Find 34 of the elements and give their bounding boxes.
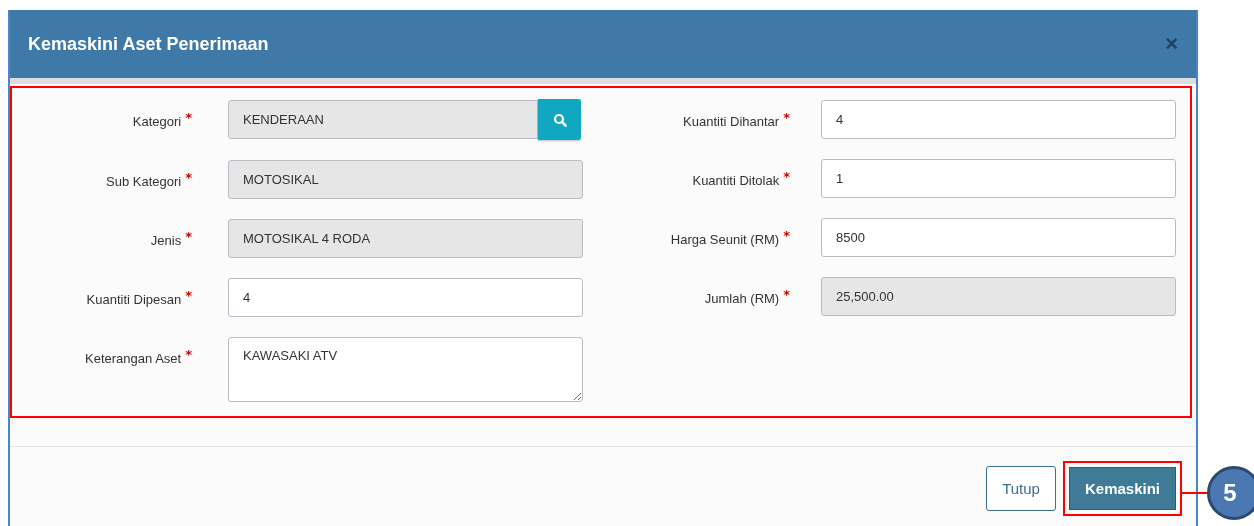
required-mark: * [185,229,192,244]
input-field[interactable]: KENDERAAN [228,100,538,139]
input-field[interactable]: 8500 [821,218,1176,257]
field-label: Harga Seunit (RM) [670,232,780,247]
required-mark: * [185,110,192,125]
field-label: Kuantiti Ditolak [692,173,780,188]
update-button[interactable]: Kemaskini [1062,461,1182,516]
field-label: Jenis [150,233,182,248]
input-field[interactable]: 4 [228,278,583,317]
text-area[interactable]: KAWASAKI ATV [228,337,583,402]
field-label: Kategori [132,114,182,129]
field-label: Jumlah (RM) [704,291,780,306]
input-field[interactable]: 25,500.00 [821,277,1176,316]
required-mark: * [185,170,192,185]
required-mark: * [783,110,790,125]
close-button[interactable]: Tutup [986,466,1056,511]
dialog-title: Kemaskini Aset Penerimaan [28,33,269,55]
search-icon [552,112,567,127]
step-badge: 5 [1207,466,1254,520]
required-mark: * [185,288,192,303]
input-field[interactable]: MOTOSIKAL [228,160,583,199]
field-label: Kuantiti Dihantar [683,114,780,129]
input-field[interactable]: 1 [821,159,1176,198]
search-button[interactable] [538,99,581,140]
required-mark: * [185,347,192,362]
field-label: Keterangan Aset [85,351,182,366]
leader-line [1181,492,1209,494]
field-label: Sub Kategori [106,174,182,189]
input-field[interactable]: MOTOSIKAL 4 RODA [228,219,583,258]
input-field[interactable]: 4 [821,100,1176,139]
required-mark: * [783,228,790,243]
field-label: Kuantiti Dipesan [86,292,182,307]
required-mark: * [783,287,790,302]
required-mark: * [783,169,790,184]
